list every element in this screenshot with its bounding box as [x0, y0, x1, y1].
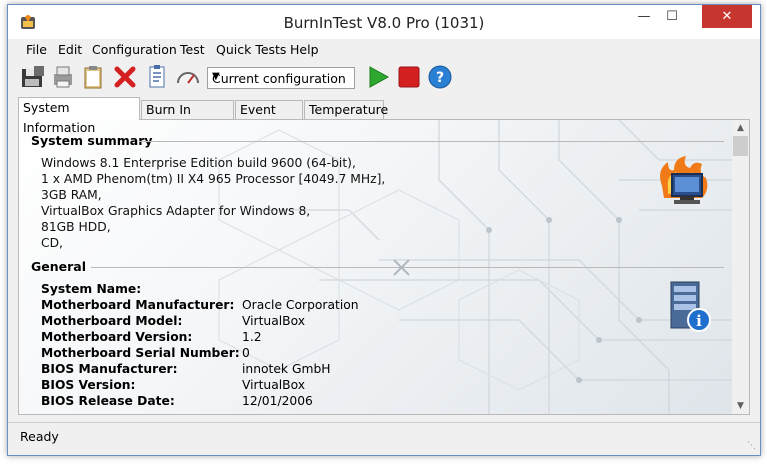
motherboard-manufacturer-value: Oracle Corporation	[242, 298, 359, 312]
burning-computer-icon	[660, 156, 708, 204]
general-heading: General	[31, 259, 86, 274]
status-bar: Ready ⋱	[8, 422, 760, 455]
app-window: BurnInTest V8.0 Pro (1031) — ☐ ✕ File Ed…	[7, 4, 761, 456]
motherboard-manufacturer-label: Motherboard Manufacturer:	[41, 298, 235, 312]
section-divider	[139, 141, 724, 142]
summary-line: 81GB HDD,	[41, 220, 111, 234]
chevron-down-icon: ▼	[212, 71, 220, 82]
summary-line: CD,	[41, 236, 63, 250]
help-icon[interactable]: ?	[427, 64, 453, 90]
play-icon[interactable]	[365, 64, 391, 90]
svg-text:i: i	[696, 312, 702, 330]
maximize-button[interactable]: ☐	[658, 5, 686, 28]
summary-line: VirtualBox Graphics Adapter for Windows …	[41, 204, 311, 218]
gauge-icon[interactable]	[175, 64, 201, 90]
minimize-button[interactable]: —	[630, 5, 658, 28]
menu-test[interactable]: Test	[180, 42, 205, 57]
stop-x-icon[interactable]	[112, 64, 138, 90]
server-info-icon: i	[670, 281, 711, 332]
scroll-down-arrow-icon[interactable]: ▼	[732, 398, 749, 414]
motherboard-version-label: Motherboard Version:	[41, 330, 193, 344]
bios-release-date-value: 12/01/2006	[242, 394, 313, 408]
resize-grip-icon[interactable]: ⋱	[747, 441, 756, 451]
motherboard-model-value: VirtualBox	[242, 314, 306, 328]
toolbar: Current configuration ▼ ?	[8, 60, 760, 96]
save-icon[interactable]	[20, 64, 46, 90]
tab-temperature[interactable]: Temperature	[304, 100, 388, 119]
system-information-content: System summary Windows 8.1 Enterprise Ed…	[19, 120, 732, 414]
motherboard-model-label: Motherboard Model:	[41, 314, 183, 328]
menu-bar: File Edit Configuration Test Quick Tests…	[8, 39, 760, 59]
status-text: Ready	[20, 429, 59, 444]
menu-edit[interactable]: Edit	[58, 42, 82, 57]
system-information-panel: System summary Windows 8.1 Enterprise Ed…	[18, 119, 750, 415]
motherboard-version-value: 1.2	[242, 330, 262, 344]
tab-system-information[interactable]: System Information	[18, 97, 140, 135]
system-name-label: System Name:	[41, 282, 142, 296]
motherboard-serial-value: 0	[242, 346, 250, 360]
svg-text:?: ?	[436, 70, 444, 86]
title-bar[interactable]: BurnInTest V8.0 Pro (1031) — ☐ ✕	[8, 5, 760, 39]
checklist-icon[interactable]	[144, 64, 170, 90]
tab-burn-in-results[interactable]: Burn In Results	[141, 100, 234, 135]
summary-line: 3GB RAM,	[41, 188, 102, 202]
scroll-thumb[interactable]	[733, 136, 748, 156]
menu-help[interactable]: Help	[290, 42, 319, 57]
tab-event-log[interactable]: Event Log	[235, 100, 303, 135]
bios-manufacturer-value: innotek GmbH	[242, 362, 331, 376]
section-divider	[91, 267, 724, 268]
motherboard-serial-label: Motherboard Serial Number:	[41, 346, 240, 360]
bios-manufacturer-label: BIOS Manufacturer:	[41, 362, 178, 376]
bios-version-value: VirtualBox	[242, 378, 306, 392]
printer-icon[interactable]	[50, 64, 76, 90]
bios-version-label: BIOS Version:	[41, 378, 136, 392]
menu-quick-tests[interactable]: Quick Tests	[216, 42, 286, 57]
stop-icon[interactable]	[396, 64, 422, 90]
bios-release-date-label: BIOS Release Date:	[41, 394, 175, 408]
summary-line: 1 x AMD Phenom(tm) II X4 965 Processor […	[41, 172, 386, 186]
clipboard-icon[interactable]	[80, 64, 106, 90]
summary-line: Windows 8.1 Enterprise Edition build 960…	[41, 156, 356, 170]
configuration-select[interactable]: Current configuration ▼	[207, 67, 355, 89]
menu-file[interactable]: File	[26, 42, 47, 57]
menu-configuration[interactable]: Configuration	[92, 42, 177, 57]
scroll-up-arrow-icon[interactable]: ▲	[732, 120, 749, 136]
vertical-scrollbar[interactable]: ▲ ▼	[732, 120, 749, 414]
close-button[interactable]: ✕	[702, 5, 752, 28]
